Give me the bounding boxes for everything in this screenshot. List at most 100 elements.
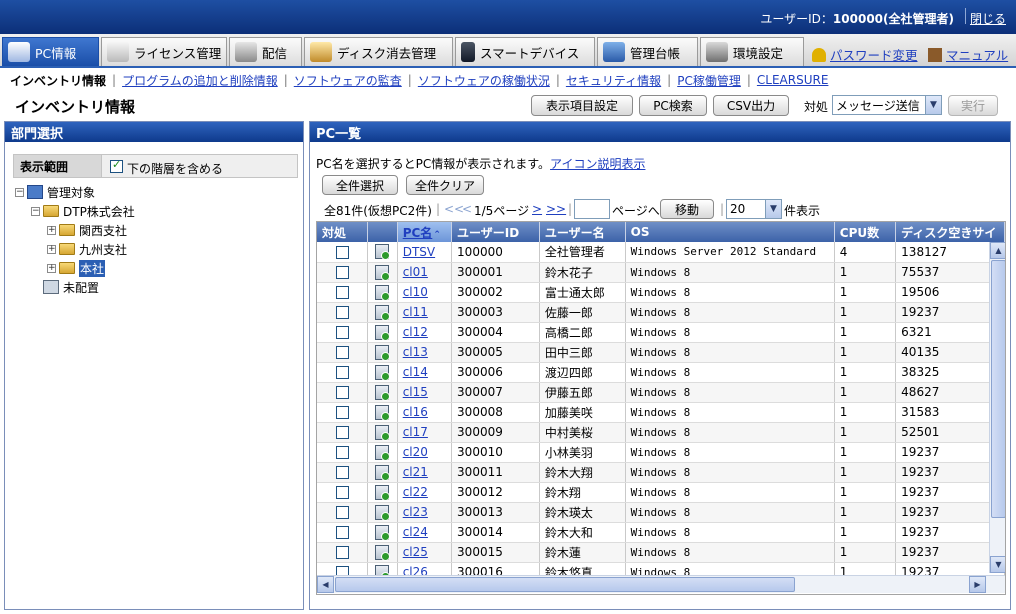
row-checkbox[interactable] [335,526,349,539]
row-checkbox[interactable] [335,486,349,499]
manual-link[interactable]: マニュアル [928,45,1008,64]
per-page-select[interactable]: 20 ▼ [726,199,782,219]
expand-icon[interactable]: + [47,225,56,235]
pc-name-link[interactable]: cl17 [403,425,428,439]
row-checkbox[interactable] [335,306,349,319]
pc-name-link[interactable]: cl20 [403,445,428,459]
row-checkbox-cell [317,482,369,503]
pc-name-link[interactable]: cl22 [403,485,428,499]
include-sub-label: 下の階層を含める [127,162,224,176]
row-checkbox[interactable] [335,546,349,559]
horizontal-scrollbar[interactable]: ◀ ▶ [317,575,1005,593]
tab-ledger[interactable]: 管理台帳 [597,37,698,66]
collapse-icon[interactable]: − [15,187,24,197]
row-checkbox[interactable] [335,346,349,359]
tab-settings[interactable]: 環境設定 [700,37,804,66]
pc-name-link[interactable]: cl01 [403,265,428,279]
last-page-icon[interactable]: >> [546,202,566,216]
pc-name-link[interactable]: cl15 [403,385,428,399]
scroll-down-icon[interactable]: ▼ [990,556,1005,573]
pc-name-link[interactable]: cl23 [403,505,428,519]
row-checkbox[interactable] [335,245,349,259]
scroll-up-icon[interactable]: ▲ [990,242,1005,259]
scroll-right-icon[interactable]: ▶ [969,576,986,593]
tree-branch-selected[interactable]: + 本社 [47,259,106,277]
scroll-thumb[interactable] [335,577,795,592]
pc-search-button[interactable]: PC検索 [639,95,707,116]
tab-smart-device[interactable]: スマートデバイス [455,37,595,66]
display-items-button[interactable]: 表示項目設定 [531,95,633,116]
expand-icon[interactable]: + [47,263,56,273]
subnav-security[interactable]: セキュリティ情報 [566,72,661,89]
pc-name-link[interactable]: cl16 [403,405,428,419]
per-page-value: 20 [730,202,746,216]
close-link[interactable]: 閉じる [970,10,1006,27]
table-row: cl16 300008 加藤美咲 Windows 8 1 31583 [317,402,1005,423]
row-checkbox[interactable] [335,286,349,299]
row-checkbox[interactable] [335,506,349,519]
tree-unassigned[interactable]: 未配置 [43,279,99,295]
password-change-link[interactable]: パスワード変更 [812,45,918,64]
execute-button[interactable]: 実行 [948,95,998,116]
icon-help-link[interactable]: アイコン説明表示 [550,157,645,171]
subnav-pc-operation[interactable]: PC稼働管理 [677,72,741,89]
move-button[interactable]: 移動 [660,199,714,219]
next-page-icon[interactable]: > [532,202,542,216]
subnav-software-usage[interactable]: ソフトウェアの稼働状況 [418,72,550,89]
row-checkbox[interactable] [335,406,349,419]
header-disk-free[interactable]: ディスク空きサイ [895,222,1005,242]
row-checkbox[interactable] [335,366,349,379]
user-info: ユーザーID：100000(全社管理者) [760,10,954,27]
tree-branch[interactable]: + 関西支社 [47,222,127,238]
folder-icon [59,243,75,255]
pc-name-link[interactable]: cl25 [403,545,428,559]
os-cell: Windows 8 [625,342,835,363]
pc-name-link[interactable]: cl14 [403,365,428,379]
collapse-icon[interactable]: − [31,206,40,216]
pc-name-link[interactable]: cl11 [403,305,428,319]
include-sub-checkbox[interactable] [110,158,123,173]
row-checkbox[interactable] [335,386,349,399]
pc-name-link[interactable]: DTSV [403,245,435,259]
cpu-count-cell: 1 [834,262,897,283]
row-checkbox[interactable] [335,466,349,479]
header-os[interactable]: OS [625,222,835,242]
vertical-scrollbar[interactable]: ▲ ▼ [989,242,1005,573]
tab-disk-erase[interactable]: ディスク消去管理 [304,37,453,66]
header-pc-name[interactable]: PC名⌃ [397,222,453,242]
header-user-name[interactable]: ユーザー名 [539,222,626,242]
table-row: cl10 300002 富士通太郎 Windows 8 1 19506 [317,282,1005,303]
row-checkbox[interactable] [335,326,349,339]
tab-distribution[interactable]: 配信 [229,37,302,66]
pc-name-link[interactable]: cl12 [403,325,428,339]
scroll-left-icon[interactable]: ◀ [317,576,334,593]
subnav-clearsure[interactable]: CLEARSURE [757,73,829,87]
subnav-programs[interactable]: プログラムの追加と削除情報 [122,72,278,89]
select-all-button[interactable]: 全件選択 [322,175,398,195]
header-user-id[interactable]: ユーザーID [451,222,540,242]
row-checkbox[interactable] [335,446,349,459]
pc-status-icon [375,404,391,421]
pc-name-link[interactable]: cl21 [403,465,428,479]
header-cpu-count[interactable]: CPU数 [834,222,897,242]
user-name-cell: 鈴木大翔 [539,462,626,483]
pc-name-link[interactable]: cl13 [403,345,428,359]
row-checkbox[interactable] [335,266,349,279]
subnav-software-audit[interactable]: ソフトウェアの監査 [294,72,402,89]
pc-name-link[interactable]: cl10 [403,285,428,299]
action-select[interactable]: メッセージ送信 ▼ [832,95,942,115]
prev-page-icon[interactable]: < [462,202,472,216]
page-number-input[interactable] [574,199,610,219]
subnav-inventory[interactable]: インベントリ情報 [10,72,106,89]
csv-export-button[interactable]: CSV出力 [713,95,789,116]
tree-branch[interactable]: + 九州支社 [47,241,127,257]
tab-license[interactable]: ライセンス管理 [101,37,227,66]
clear-all-button[interactable]: 全件クリア [406,175,484,195]
pc-name-link[interactable]: cl24 [403,525,428,539]
expand-icon[interactable]: + [47,244,56,254]
scroll-thumb[interactable] [991,260,1005,518]
row-checkbox[interactable] [335,426,349,439]
tab-pc-info[interactable]: PC情報 [2,37,99,66]
tree-company[interactable]: − DTP株式会社 [31,203,135,219]
tree-root[interactable]: − 管理対象 [15,184,95,200]
